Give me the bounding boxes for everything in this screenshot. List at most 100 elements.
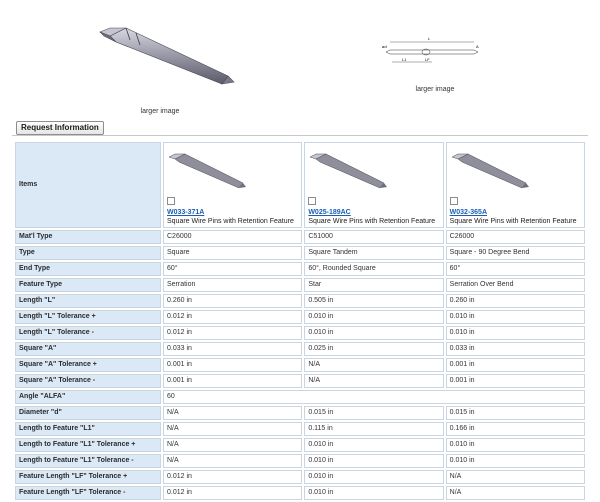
spec-value: 0.010 in: [304, 470, 444, 484]
spec-row: Length to Feature "L1" N/A 0.115 in 0.166 i…: [15, 422, 585, 436]
divider: [12, 135, 588, 136]
spec-value: Serration Over Bend: [445, 278, 585, 292]
items-label: Items: [15, 142, 161, 228]
spec-label: Length to Feature "L1" Tolerance +: [15, 438, 161, 452]
spec-value: 0.505 in: [304, 294, 444, 308]
spec-value: 0.025 in: [304, 342, 444, 356]
spec-value: 0.010 in: [445, 326, 585, 340]
spec-value: 0.010 in: [304, 326, 444, 340]
spec-label: Angle "ALFA": [15, 390, 161, 404]
spec-value: N/A: [163, 406, 303, 420]
spec-value: 60°, Rounded Square: [304, 262, 444, 276]
spec-value: N/A: [163, 438, 303, 452]
drawing-label-L1: L1: [402, 57, 407, 62]
product-thumbnail[interactable]: [450, 147, 530, 191]
spec-label: Feature Length "LF" Tolerance -: [15, 486, 161, 500]
compare-checkbox[interactable]: [308, 197, 317, 205]
spec-value: 0.001 in: [163, 374, 303, 388]
spec-value: 0.010 in: [304, 438, 444, 452]
spec-row: Diameter "d" N/A 0.015 in 0.015 in: [15, 406, 585, 420]
product-cell: W032-365A Square Wire Pins with Retentio…: [445, 142, 585, 228]
drawing-label-L: L: [428, 36, 431, 41]
spec-value: 0.012 in: [163, 326, 303, 340]
spec-label: Square "A": [15, 342, 161, 356]
spec-value: N/A: [304, 374, 444, 388]
spec-value: 0.001 in: [445, 374, 585, 388]
spec-value: 0.010 in: [304, 310, 444, 324]
spec-value: 0.010 in: [304, 454, 444, 468]
spec-label: Type: [15, 246, 161, 260]
spec-row: Square "A" Tolerance +0.001 in N/A 0.001 i…: [15, 358, 585, 372]
spec-row: Feature Length "LF" Tolerance +0.012 in 0…: [15, 470, 585, 484]
spec-value: 0.166 in: [445, 422, 585, 436]
request-information-button[interactable]: Request Information: [16, 121, 104, 135]
spec-value: 0.012 in: [163, 486, 303, 500]
comparison-table-body: Items W033-371A Square Wire Pins with Re…: [15, 142, 585, 500]
spec-row: Type Square Square Tandem Square - 90 Degre…: [15, 246, 585, 260]
spec-value: C26000: [163, 230, 303, 244]
spec-row: Square "A" 0.033 in 0.025 in 0.033 in: [15, 342, 585, 356]
spec-label: Length to Feature "L1": [15, 422, 161, 436]
spec-value: Square: [163, 246, 303, 260]
spec-value: N/A: [163, 422, 303, 436]
spec-value: 0.260 in: [445, 294, 585, 308]
spec-value: 0.010 in: [445, 310, 585, 324]
spec-row: Length to Feature "L1" Tolerance + N/A 0.0…: [15, 438, 585, 452]
spec-row: Feature Length "LF" Tolerance -0.012 in 0…: [15, 486, 585, 500]
product-description: Square Wire Pins with Retention Feature: [449, 218, 577, 225]
spec-row: Length "L" Tolerance -0.012 in 0.010 in 0.…: [15, 326, 585, 340]
product-link[interactable]: W025-189AC: [308, 208, 439, 217]
spec-value: N/A: [304, 358, 444, 372]
spec-label: Feature Type: [15, 278, 161, 292]
spec-label: Diameter "d": [15, 406, 161, 420]
product-cell: W025-189AC Square Wire Pins with Retenti…: [304, 142, 444, 228]
spec-value: 0.001 in: [163, 358, 303, 372]
compare-checkbox[interactable]: [167, 197, 175, 205]
compare-checkbox[interactable]: [449, 197, 458, 205]
spec-value: Square Tandem: [304, 246, 444, 260]
spec-label: Length to Feature "L1" Tolerance -: [15, 454, 161, 468]
spec-value: 0.015 in: [304, 406, 444, 420]
drawing-label-LF: LF: [425, 57, 430, 62]
spec-value: 0.001 in: [445, 358, 585, 372]
spec-value: Serration: [163, 278, 303, 292]
spec-value: 0.010 in: [445, 454, 585, 468]
product-description: Square Wire Pins with Retention Feature: [308, 218, 436, 225]
pin-product-image[interactable]: [96, 18, 236, 90]
product-link[interactable]: W033-371A: [167, 208, 298, 217]
spec-value: 0.115 in: [304, 422, 444, 436]
spec-value: 0.012 in: [163, 470, 303, 484]
spec-label: Square "A" Tolerance -: [15, 374, 161, 388]
technical-drawing-image[interactable]: L L1 LF ød A: [382, 30, 482, 72]
spec-value: 0.010 in: [304, 486, 444, 500]
spec-value: N/A: [445, 470, 585, 484]
spec-label: Length "L": [15, 294, 161, 308]
product-description: Square Wire Pins with Retention Feature: [167, 218, 294, 225]
spec-row: Length "L" 0.260 in 0.505 in 0.260 in: [15, 294, 585, 308]
spec-row: Angle "ALFA" 60: [15, 390, 585, 404]
spec-value: 60: [163, 390, 585, 404]
spec-label: Mat'l Type: [15, 230, 161, 244]
spec-label: Feature Length "LF" Tolerance +: [15, 470, 161, 484]
items-row: Items W033-371A Square Wire Pins with Re…: [15, 142, 585, 228]
spec-value: 0.012 in: [163, 310, 303, 324]
spec-row: Square "A" Tolerance -0.001 in N/A 0.001 i…: [15, 374, 585, 388]
drawing-image-caption[interactable]: larger image: [395, 86, 475, 93]
product-thumbnail[interactable]: [308, 147, 388, 191]
spec-label: Length "L" Tolerance +: [15, 310, 161, 324]
spec-label: Square "A" Tolerance +: [15, 358, 161, 372]
spec-value: C26000: [445, 230, 585, 244]
spec-value: N/A: [163, 454, 303, 468]
spec-row: End Type 60° 60°, Rounded Square 60°: [15, 262, 585, 276]
product-cell: W033-371A Square Wire Pins with Retentio…: [163, 142, 303, 228]
spec-value: 0.033 in: [163, 342, 303, 356]
spec-value: 0.010 in: [445, 438, 585, 452]
main-image-caption[interactable]: larger image: [120, 108, 200, 115]
product-thumbnail[interactable]: [167, 147, 247, 191]
spec-label: Length "L" Tolerance -: [15, 326, 161, 340]
product-link[interactable]: W032-365A: [450, 208, 581, 217]
spec-row: Length "L" Tolerance +0.012 in 0.010 in 0.…: [15, 310, 585, 324]
spec-value: C51000: [304, 230, 444, 244]
product-images-area: larger image L L1 LF ød A larger image: [0, 0, 600, 120]
drawing-label-d: ød: [382, 44, 387, 49]
